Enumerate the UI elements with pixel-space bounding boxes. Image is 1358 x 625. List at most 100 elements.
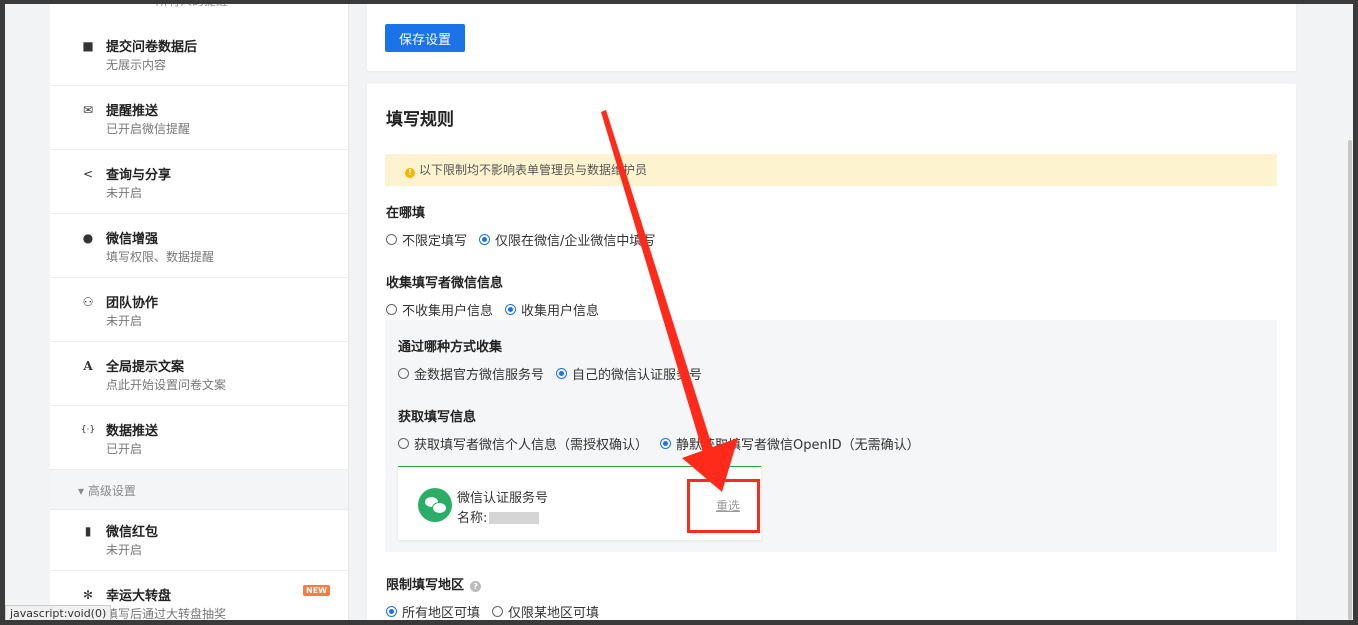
sidebar-item-sub: 已开启微信提醒 [106,122,191,136]
info-option-personal[interactable]: 获取填写者微信个人信息（需授权确认） [398,434,648,453]
method-label: 通过哪种方式收集 [398,340,503,355]
sidebar-item-title: 提醒推送 [106,104,159,119]
sidebar-item-wechat[interactable]: ● 微信增强 填写权限、数据提醒 [50,214,348,278]
option-label: 获取填写者微信个人信息（需授权确认） [414,438,649,453]
wechat-account-card: 微信认证服务号 名称: 重选 [398,466,761,540]
radio-button[interactable] [398,368,409,379]
save-settings-button[interactable]: 保存设置 [385,24,465,52]
info-label: 获取填写信息 [398,410,477,425]
sidebar-item-share[interactable]: < 查询与分享 未开启 [50,150,348,214]
reselect-link[interactable]: 重选 [716,497,740,514]
save-card: 保存设置 [367,4,1296,71]
radio-button-selected[interactable] [556,368,568,379]
font-icon: A [83,359,93,373]
radio-button-selected[interactable] [479,234,491,245]
where-options: 不限定填写 仅限在微信/企业微信中填写 [386,230,667,249]
share-icon: < [82,167,94,181]
region-label: 限制填写地区? [386,574,482,593]
wechat-logo-icon [418,488,452,522]
sidebar-item-global-text[interactable]: A 全局提示文案 点此开始设置问卷文案 [50,342,348,406]
radio-button[interactable] [492,606,504,617]
option-label: 自己的微信认证服务号 [572,368,703,383]
radio-button[interactable] [398,438,409,449]
radio-button[interactable] [386,234,397,245]
sidebar-item-title: 全局提示文案 [106,360,185,375]
option-label: 仅限在微信/企业微信中填写 [495,234,656,249]
method-option-official[interactable]: 金数据官方微信服务号 [398,364,544,383]
option-label: 不收集用户信息 [402,304,494,319]
name-label: 名称: [457,511,488,526]
sidebar-item-title: 团队协作 [106,296,159,311]
sidebar-item-title: 微信增强 [106,232,159,247]
notice-banner: ! 以下限制均不影响表单管理员与数据维护员 [385,154,1277,186]
rules-card: 填写规则 ! 以下限制均不影响表单管理员与数据维护员 在哪填 不限定填写 仅限在微… [367,84,1296,625]
sidebar-item-title: 数据推送 [106,424,159,439]
method-option-own[interactable]: 自己的微信认证服务号 [556,364,702,383]
sidebar-item-sub: 点此开始设置问卷文案 [106,378,227,392]
region-option-specific[interactable]: 仅限某地区可填 [492,602,599,621]
sidebar-item-sub: 已开启 [106,442,143,456]
square-icon: ■ [82,39,94,53]
radio-button[interactable] [386,304,397,315]
region-option-all[interactable]: 所有地区可填 [386,602,480,621]
option-label: 不限定填写 [402,234,468,249]
browser-status-bar: javascript:void(0) [5,605,112,623]
sidebar-item-data-push[interactable]: {·} 数据推送 已开启 [50,406,348,470]
sidebar-item-after-submit[interactable]: ■ 提交问卷数据后 无展示内容 [50,22,348,86]
option-label: 仅限某地区可填 [508,606,600,621]
radio-button-selected[interactable] [386,606,397,617]
blurred-name [489,512,540,524]
sidebar-item-title: 微信红包 [106,525,159,540]
region-options: 所有地区可填 仅限某地区可填 [386,602,611,621]
collect-options: 不收集用户信息 收集用户信息 [386,300,611,319]
section-label-text: 高级设置 [87,484,136,498]
option-label: 金数据官方微信服务号 [414,368,545,383]
sidebar-cut-item-sub: 所有人的提醒 [156,0,229,8]
wheel-icon: ✻ [82,588,94,602]
sidebar-item-redpacket[interactable]: ▮ 微信红包 未开启 [50,507,348,571]
info-options: 获取填写者微信个人信息（需授权确认） 静默获取填写者微信OpenID（无需确认） [398,434,932,453]
redpacket-icon: ▮ [84,524,92,538]
option-label: 静默获取填写者微信OpenID（无需确认） [676,438,920,453]
info-option-openid[interactable]: 静默获取填写者微信OpenID（无需确认） [660,434,920,453]
sidebar-section-advanced[interactable]: ▾ 高级设置 [50,470,348,510]
where-option-wechat-only[interactable]: 仅限在微信/企业微信中填写 [479,230,655,249]
collect-subpanel: 通过哪种方式收集 金数据官方微信服务号 自己的微信认证服务号 获取填写信息 获取… [385,320,1277,552]
sidebar-item-title: 查询与分享 [106,168,172,183]
sidebar-item-sub: 未开启 [106,186,143,200]
envelope-icon: ✉ [82,103,94,117]
sidebar-item-team[interactable]: ⚇ 团队协作 未开启 [50,278,348,342]
section-title: 填写规则 [386,110,454,130]
wechat-account-title: 微信认证服务号 [457,491,549,506]
users-icon: ⚇ [82,295,94,309]
settings-sidebar: 所有人的提醒 ■ 提交问卷数据后 无展示内容 ✉ 提醒推送 已开启微信提醒 < … [50,0,349,625]
wechat-icon: ● [82,231,94,245]
option-label: 所有地区可填 [402,606,481,621]
sidebar-item-sub: 未开启 [106,314,143,328]
sidebar-item-title: 幸运大转盘 [106,589,172,604]
collect-option-collect[interactable]: 收集用户信息 [505,300,599,319]
sidebar-item-sub: 填写权限、数据提醒 [106,250,215,264]
collect-label: 收集填写者微信信息 [386,276,504,291]
scrollbar-thumb[interactable] [1348,140,1352,620]
notice-text: 以下限制均不影响表单管理员与数据维护员 [419,163,648,177]
sidebar-item-sub: 未开启 [106,543,143,557]
sidebar-item-sub: 填写后通过大转盘抽奖 [106,607,227,621]
collect-option-none[interactable]: 不收集用户信息 [386,300,493,319]
sidebar-item-sub: 无展示内容 [106,58,167,72]
method-options: 金数据官方微信服务号 自己的微信认证服务号 [398,364,714,383]
where-option-unlimited[interactable]: 不限定填写 [386,230,467,249]
sidebar-item-reminder[interactable]: ✉ 提醒推送 已开启微信提醒 [50,86,348,150]
radio-button-selected[interactable] [505,304,517,315]
warning-icon: ! [405,168,415,178]
where-label: 在哪填 [386,206,426,221]
radio-button-selected[interactable] [660,438,672,449]
wechat-account-name: 名称: [457,507,540,526]
sidebar-item-title: 提交问卷数据后 [106,40,198,55]
new-badge: NEW [303,585,330,596]
section-label: ▾ 高级设置 [78,484,136,498]
help-icon[interactable]: ? [470,581,482,592]
code-icon: {·} [80,425,96,435]
region-label-text: 限制填写地区 [386,578,465,593]
option-label: 收集用户信息 [521,304,600,319]
